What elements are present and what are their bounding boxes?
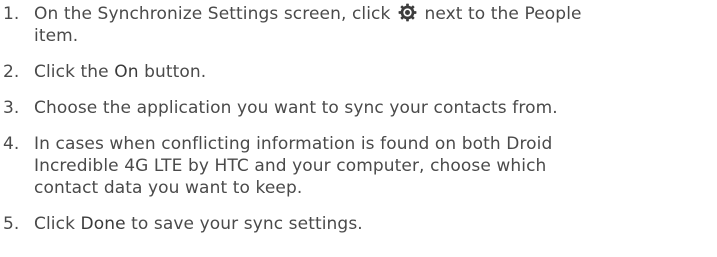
step-number: 5.	[3, 214, 20, 234]
step-text-part: On the Synchronize Settings screen, clic…	[34, 4, 396, 24]
step-number: 3.	[3, 98, 20, 118]
step-text: On the Synchronize Settings screen, clic…	[34, 3, 714, 47]
step-text-part: Click the	[34, 62, 115, 82]
step-text: Click Done to save your sync settings.	[34, 213, 714, 235]
step-line: item.	[34, 26, 79, 46]
gear-icon	[398, 3, 417, 22]
step-line: On the Synchronize Settings screen, clic…	[34, 3, 714, 25]
step-text: Click the On button.	[34, 61, 714, 83]
step-line: Incredible 4G LTE by HTC and your comput…	[34, 156, 547, 176]
step-line: In cases when conflicting information is…	[34, 134, 553, 154]
step-text-part: Click	[34, 214, 81, 234]
step-line: contact data you want to keep.	[34, 178, 303, 198]
step-text-part: to save your sync settings.	[125, 214, 363, 234]
step-number: 2.	[3, 62, 20, 82]
on-button-reference: On	[114, 62, 139, 82]
done-button-reference: Done	[80, 214, 126, 234]
step-text: Choose the application you want to sync …	[34, 98, 558, 118]
step-number: 4.	[3, 134, 20, 154]
step-text-part: next to the People	[418, 4, 582, 24]
step-number: 1.	[3, 4, 20, 24]
step-text-part: button.	[138, 62, 207, 82]
step-text: In cases when conflicting information is…	[34, 133, 714, 199]
